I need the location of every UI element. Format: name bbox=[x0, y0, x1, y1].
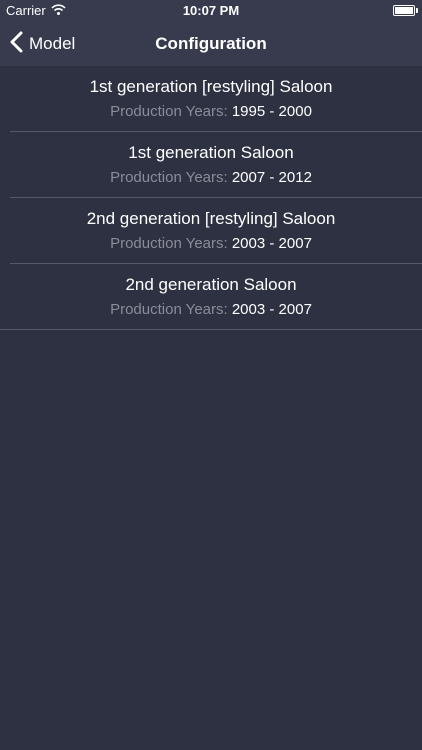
status-bar: Carrier 10:07 PM bbox=[0, 0, 422, 22]
production-years-value: 2003 - 2007 bbox=[231, 235, 312, 252]
production-years-value: 2003 - 2007 bbox=[231, 301, 312, 318]
battery-tip bbox=[416, 8, 418, 13]
production-years-label: Production Years: bbox=[110, 301, 228, 318]
list-item[interactable]: 2nd generation [restyling] Saloon Produc… bbox=[0, 198, 422, 264]
row-separator bbox=[0, 329, 422, 330]
battery-icon bbox=[393, 5, 415, 16]
battery-level bbox=[395, 7, 413, 14]
production-years: Production Years: 2003 - 2007 bbox=[0, 235, 422, 252]
page-title: Configuration bbox=[155, 34, 267, 53]
production-years: Production Years: 2007 - 2012 bbox=[0, 169, 422, 186]
navigation-bar: Model Configuration bbox=[0, 22, 422, 66]
list-item[interactable]: 2nd generation Saloon Production Years: … bbox=[0, 264, 422, 330]
configuration-title: 1st generation Saloon bbox=[128, 143, 294, 162]
configuration-title: 1st generation [restyling] Saloon bbox=[89, 77, 333, 96]
production-years-label: Production Years: bbox=[110, 103, 228, 120]
production-years-value: 2007 - 2012 bbox=[231, 169, 312, 186]
production-years: Production Years: 2003 - 2007 bbox=[0, 301, 422, 318]
production-years-label: Production Years: bbox=[110, 169, 228, 186]
configuration-title: 2nd generation [restyling] Saloon bbox=[86, 209, 336, 228]
status-time: 10:07 PM bbox=[182, 3, 240, 18]
production-years-value: 1995 - 2000 bbox=[231, 103, 312, 120]
list-item[interactable]: 1st generation [restyling] Saloon Produc… bbox=[0, 66, 422, 132]
production-years-label: Production Years: bbox=[110, 235, 228, 252]
production-years: Production Years: 1995 - 2000 bbox=[0, 103, 422, 120]
configuration-list: 1st generation [restyling] Saloon Produc… bbox=[0, 66, 422, 330]
list-item[interactable]: 1st generation Saloon Production Years: … bbox=[0, 132, 422, 198]
configuration-title: 2nd generation Saloon bbox=[125, 275, 297, 294]
